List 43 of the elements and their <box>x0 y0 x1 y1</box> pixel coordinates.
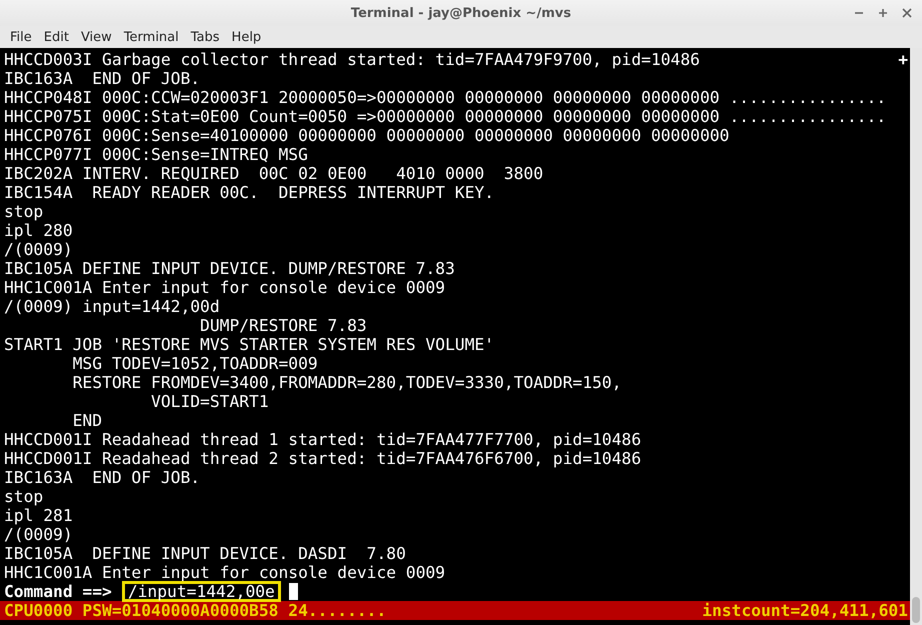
status-text: CPU0000 PSW=01040000A0000B58 24........ <box>4 601 386 620</box>
terminal-line: HHCCD003I Garbage collector thread started: tid=7FAA479F9700, pid=10486 <box>4 50 700 69</box>
terminal-line: /(0009) <box>4 525 73 544</box>
menu-item[interactable]: Terminal <box>118 30 185 44</box>
terminal-line: END <box>72 411 102 430</box>
terminal-line: HHC1C001A Enter input for console device 0009 <box>4 278 446 297</box>
menu-item[interactable]: Tabs <box>184 30 226 44</box>
terminal-line: DUMP/RESTORE 7.83 <box>199 316 367 335</box>
instruction-count: instcount=204,411,601 <box>702 601 908 620</box>
terminal-line: IBC163A END OF JOB. <box>4 69 200 88</box>
maximize-icon[interactable] <box>878 8 888 18</box>
terminal-line: IBC163A END OF JOB. <box>4 468 200 487</box>
terminal-marker: + <box>898 50 908 69</box>
terminal-line: /(0009) input=1442,00d <box>4 297 220 316</box>
terminal-line: IBC154A READY READER 00C. DEPRESS INTERRUPT KEY. <box>4 183 494 202</box>
terminal-line: stop <box>4 202 44 221</box>
terminal-line: ipl 281 <box>4 506 73 525</box>
command-input[interactable]: /input=1442,00e <box>122 581 281 602</box>
terminal-line: /(0009) <box>4 240 73 259</box>
terminal-line: HHCCD001I Readahead thread 1 started: tid=7FAA477F7700, pid=10486 <box>4 430 642 449</box>
terminal-line: HHC1C001A Enter input for console device 0009 <box>4 563 446 582</box>
menu-item[interactable]: Edit <box>38 30 75 44</box>
terminal-line: IBC105A DEFINE INPUT DEVICE. DUMP/RESTORE 7.83 <box>4 259 455 278</box>
terminal-line: MSG TODEV=1052,TOADDR=009 <box>72 354 318 373</box>
terminal-line: RESTORE FROMDEV=3400,FROMADDR=280,TODEV=3330,TOADDR=150, <box>72 373 622 392</box>
menu-item[interactable]: File <box>4 30 38 44</box>
terminal-line: VOLID=START1 <box>150 392 269 411</box>
terminal-line: stop <box>4 487 44 506</box>
terminal-line: IBC202A INTERV. REQUIRED 00C 02 0E00 4010 0000 3800 <box>4 164 544 183</box>
window-title: Terminal - jay@Phoenix ~/mvs <box>350 6 572 20</box>
terminal-line: HHCCP048I 000C:CCW=020003F1 20000050=>00000000 00000000 00000000 00000000 ................ <box>4 88 886 107</box>
terminal-line: HHCCD001I Readahead thread 2 started: tid=7FAA476F6700, pid=10486 <box>4 449 642 468</box>
text-cursor <box>288 583 298 600</box>
command-prompt: Command ==> <box>4 582 112 601</box>
terminal-line: HHCCP076I 000C:Sense=40100000 00000000 00000000 00000000 00000000 00000000 <box>4 126 730 145</box>
terminal-line: HHCCP075I 000C:Stat=0E00 Count=0050 =>00000000 00000000 00000000 00000000 ................ <box>4 107 886 126</box>
terminal-line: IBC105A DEFINE INPUT DEVICE. DASDI 7.80 <box>4 544 406 563</box>
close-icon[interactable] <box>902 8 912 18</box>
terminal-line: START1 JOB 'RESTORE MVS STARTER SYSTEM RES VOLUME' <box>4 335 494 354</box>
terminal-line: ipl 280 <box>4 221 73 240</box>
menu-item[interactable]: Help <box>226 30 268 44</box>
terminal-line: HHCCP077I 000C:Sense=INTREQ MSG <box>4 145 308 164</box>
menu-item[interactable]: View <box>74 30 118 44</box>
